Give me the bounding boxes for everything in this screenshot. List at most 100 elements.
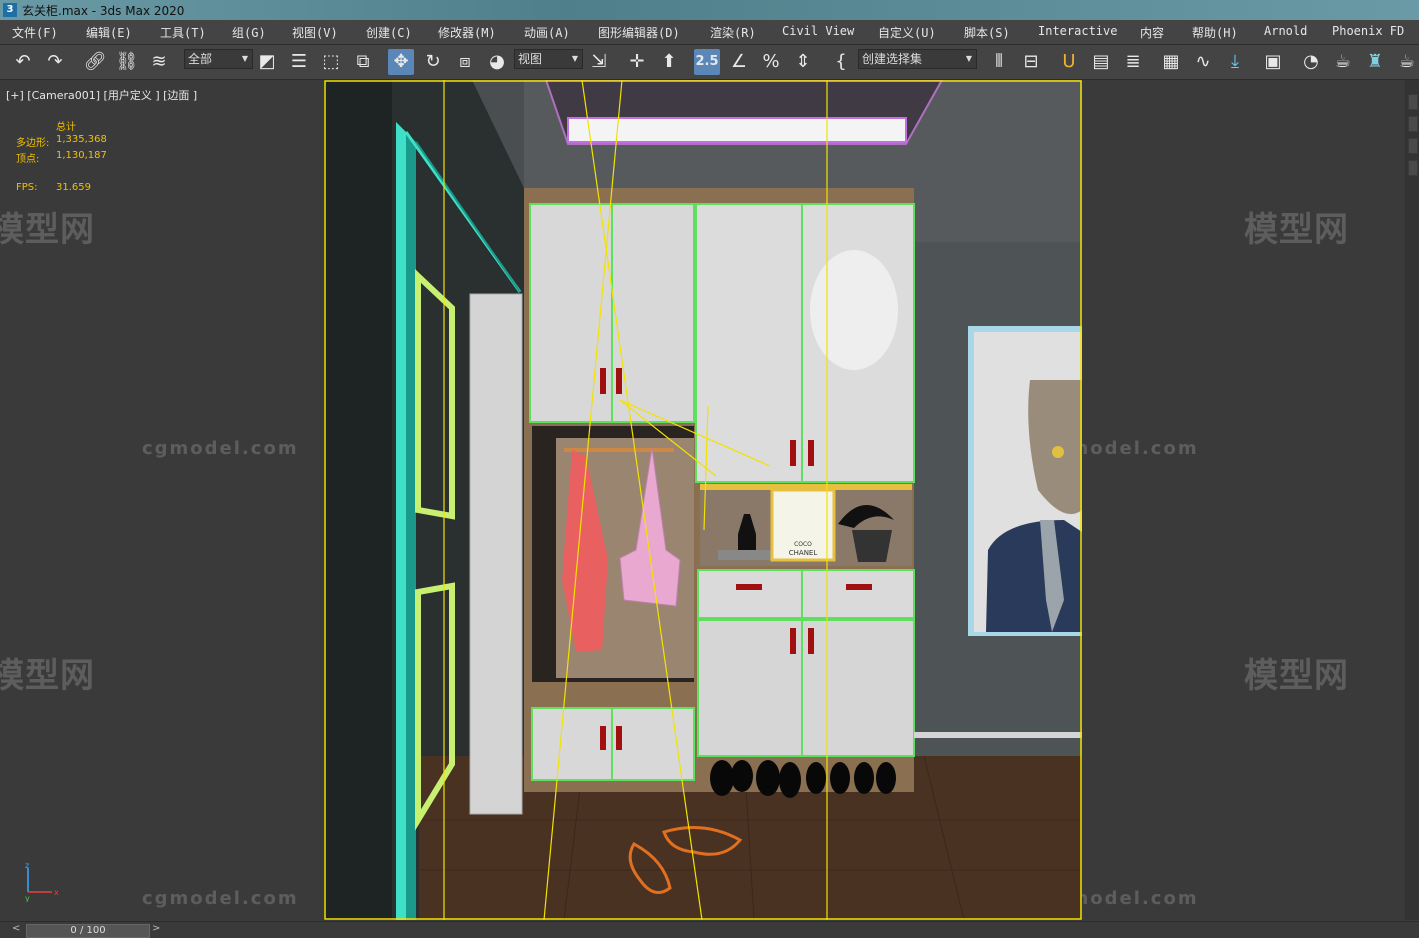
cabinet-handle	[616, 368, 622, 394]
scroll-knob[interactable]	[1408, 138, 1418, 154]
axis-x-label: x	[54, 888, 59, 897]
cabinet-handle	[790, 628, 796, 654]
align-icon[interactable]: ⊟	[1018, 49, 1044, 75]
viewport-render[interactable]: COCO CHANEL	[324, 80, 1082, 920]
window-title: 玄关柜.max - 3ds Max 2020	[22, 4, 185, 18]
baseboard	[914, 732, 1082, 738]
chevron-down-icon: ▼	[241, 54, 248, 63]
menu-item[interactable]: 视图(V)	[292, 24, 338, 41]
drawer-handle	[736, 584, 762, 590]
window-crossing-icon[interactable]: ⧉	[350, 49, 376, 75]
app-icon[interactable]: 3	[3, 3, 17, 17]
render-setup-icon[interactable]: ▣	[1260, 49, 1286, 75]
drawers[interactable]	[697, 569, 915, 619]
menu-item[interactable]: 组(G)	[232, 24, 266, 41]
stats-polys: 多边形: 1,335,368	[16, 134, 107, 149]
axis-y-label: y	[25, 894, 30, 902]
teapot-icon[interactable]: ☕︎	[1394, 49, 1419, 75]
select-manipulate-icon[interactable]: ✛	[624, 49, 650, 75]
menu-item[interactable]: 工具(T)	[160, 24, 206, 41]
menu-item[interactable]: 图形编辑器(D)	[598, 24, 680, 41]
snap-toggle-icon[interactable]: 2.5	[694, 49, 720, 75]
move-icon[interactable]: ✥	[388, 49, 414, 75]
ribbon-icon[interactable]: ≣	[1120, 49, 1146, 75]
percent-snap-icon[interactable]: %	[758, 49, 784, 75]
scroll-knob[interactable]	[1408, 160, 1418, 176]
axis-tripod: z x y	[25, 862, 59, 902]
left-column	[324, 80, 392, 920]
render-frame-icon[interactable]: ◔	[1298, 49, 1324, 75]
chevron-down-icon: ▼	[571, 54, 578, 63]
watermark-logo: 模型网	[0, 656, 95, 696]
timeline[interactable]: < 0 / 100 >	[0, 921, 1419, 938]
viewport-label[interactable]: [+] [Camera001] [用户定义 ] [边面 ]	[6, 87, 197, 103]
menu-item[interactable]: 自定义(U)	[878, 24, 936, 41]
bind-spacewarp-icon[interactable]: ≋	[146, 49, 172, 75]
cyan-frame	[396, 122, 406, 920]
menu-item[interactable]: 动画(A)	[524, 24, 570, 41]
curve-editor-icon[interactable]: ▦	[1158, 49, 1184, 75]
undo-icon[interactable]: ↶	[10, 49, 36, 75]
rotate-icon[interactable]: ↻	[420, 49, 446, 75]
reference-coord-dropdown[interactable]: 视图 ▼	[514, 49, 583, 69]
lower-right-doors[interactable]	[697, 619, 915, 757]
watermark-logo: 模型网	[0, 210, 95, 250]
named-selection-dropdown[interactable]: 创建选择集 ▼	[858, 49, 977, 69]
menu-item[interactable]: 创建(C)	[366, 24, 412, 41]
menu-item[interactable]: Civil View	[782, 24, 854, 38]
axis-z-label: z	[25, 862, 29, 870]
cyan-frame-inner	[406, 132, 416, 920]
keyboard-shortcut-icon[interactable]: ⬆	[656, 49, 682, 75]
drawer-handle	[846, 584, 872, 590]
menu-bar: 文件(F) 编辑(E) 工具(T) 组(G) 视图(V) 创建(C) 修改器(M) 动画(A)…	[0, 20, 1419, 45]
prev-frame-icon[interactable]: <	[12, 923, 20, 934]
title-bar: 3 玄关柜.max - 3ds Max 2020	[0, 0, 1419, 20]
menu-item[interactable]: Phoenix FD	[1332, 24, 1404, 38]
menu-item[interactable]: Arnold	[1264, 24, 1307, 38]
angle-snap-icon[interactable]: ∠	[726, 49, 752, 75]
menu-item[interactable]: 内容	[1140, 24, 1164, 41]
select-object-icon[interactable]: ◩	[254, 49, 280, 75]
selection-filter-dropdown[interactable]: 全部 ▼	[184, 49, 253, 69]
menu-item[interactable]: 文件(F)	[12, 24, 58, 41]
scale-icon[interactable]: ⧈	[452, 49, 478, 75]
menu-item[interactable]: 帮助(H)	[1192, 24, 1238, 41]
plant-pot	[852, 530, 892, 562]
chevron-down-icon: ▼	[965, 54, 972, 63]
schematic-view-icon[interactable]: ∿	[1190, 49, 1216, 75]
rect-selection-icon[interactable]: ⬚	[318, 49, 344, 75]
watermark-logo: 模型网	[1244, 210, 1349, 250]
next-frame-icon[interactable]: >	[152, 923, 160, 934]
layer-manager-icon[interactable]: U	[1056, 49, 1082, 75]
cabinet-handle	[790, 440, 796, 466]
command-panel-scrollbar[interactable]	[1405, 80, 1419, 920]
edit-named-selection-icon[interactable]: {	[828, 49, 854, 75]
side-panel	[469, 293, 523, 815]
scroll-knob[interactable]	[1408, 94, 1418, 110]
menu-item[interactable]: 修改器(M)	[438, 24, 496, 41]
scene-explorer-icon[interactable]: ▤	[1088, 49, 1114, 75]
mirror-icon[interactable]: ⫴	[986, 49, 1012, 75]
place-icon[interactable]: ◕	[484, 49, 510, 75]
render-icon[interactable]: ☕︎	[1330, 49, 1356, 75]
stats-verts: 顶点: 1,130,187	[16, 150, 107, 165]
link-icon[interactable]: 🔗︎	[82, 49, 108, 75]
menu-item[interactable]: 脚本(S)	[964, 24, 1010, 41]
stats-fps: FPS: 31.659	[16, 182, 91, 193]
scroll-knob[interactable]	[1408, 116, 1418, 132]
cabinet-handle	[600, 726, 606, 750]
unlink-icon[interactable]: ⛓︎	[114, 49, 140, 75]
select-by-name-icon[interactable]: ☰	[286, 49, 312, 75]
time-slider[interactable]: 0 / 100	[26, 924, 150, 938]
render-production-icon[interactable]: ♜	[1362, 49, 1388, 75]
spinner-snap-icon[interactable]: ⇕	[790, 49, 816, 75]
menu-item[interactable]: Interactive	[1038, 24, 1117, 38]
pivot-center-icon[interactable]: ⇲	[586, 49, 612, 75]
material-editor-icon[interactable]: ⤓	[1222, 49, 1248, 75]
menu-item[interactable]: 渲染(R)	[710, 24, 756, 41]
poster-text: COCO	[794, 541, 812, 548]
selection-filter-value: 全部	[188, 52, 213, 66]
redo-icon[interactable]: ↷	[42, 49, 68, 75]
menu-item[interactable]: 编辑(E)	[86, 24, 132, 41]
cabinet-handle	[600, 368, 606, 394]
